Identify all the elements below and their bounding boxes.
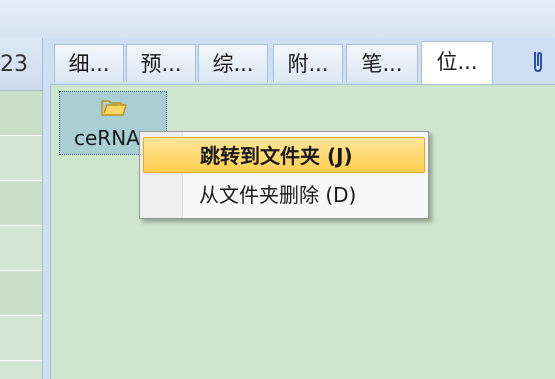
- tab-notes[interactable]: 笔...: [346, 44, 418, 82]
- menu-item-label: 跳转到文件夹 (J): [200, 144, 353, 168]
- tab-bar: 细... 预... 综... 附... 笔... 位...: [50, 38, 555, 84]
- tab-attachments[interactable]: 附...: [273, 44, 343, 82]
- tab-preview[interactable]: 预...: [126, 44, 196, 82]
- left-header-text: 23: [0, 52, 28, 77]
- menu-item-label: 从文件夹删除 (D): [199, 183, 357, 207]
- list-row[interactable]: [0, 226, 42, 271]
- list-row[interactable]: [0, 271, 42, 316]
- folder-open-icon: [101, 100, 127, 116]
- list-row[interactable]: [0, 91, 42, 136]
- tab-location[interactable]: 位...: [421, 41, 493, 84]
- menu-item-jump-to-folder[interactable]: 跳转到文件夹 (J): [143, 137, 425, 173]
- left-list-panel: 23: [0, 38, 43, 379]
- menu-item-remove-from-folder[interactable]: 从文件夹删除 (D): [143, 177, 425, 213]
- left-list-header[interactable]: 23: [0, 38, 42, 91]
- folder-location-panel: ceRNA: [50, 84, 555, 379]
- paperclip-icon[interactable]: [528, 48, 548, 76]
- top-strip: [0, 0, 555, 38]
- list-row[interactable]: [0, 316, 42, 361]
- list-row[interactable]: [0, 136, 42, 181]
- tab-details[interactable]: 细...: [54, 44, 124, 82]
- folder-label: ceRNA: [74, 126, 140, 150]
- panel-splitter[interactable]: [43, 38, 50, 379]
- context-menu: 跳转到文件夹 (J) 从文件夹删除 (D): [139, 131, 429, 219]
- app-window: 23 细... 预... 综... 附... 笔... 位... ceRNA 跳…: [0, 0, 555, 379]
- list-row[interactable]: [0, 181, 42, 226]
- tab-summary[interactable]: 综...: [198, 44, 268, 82]
